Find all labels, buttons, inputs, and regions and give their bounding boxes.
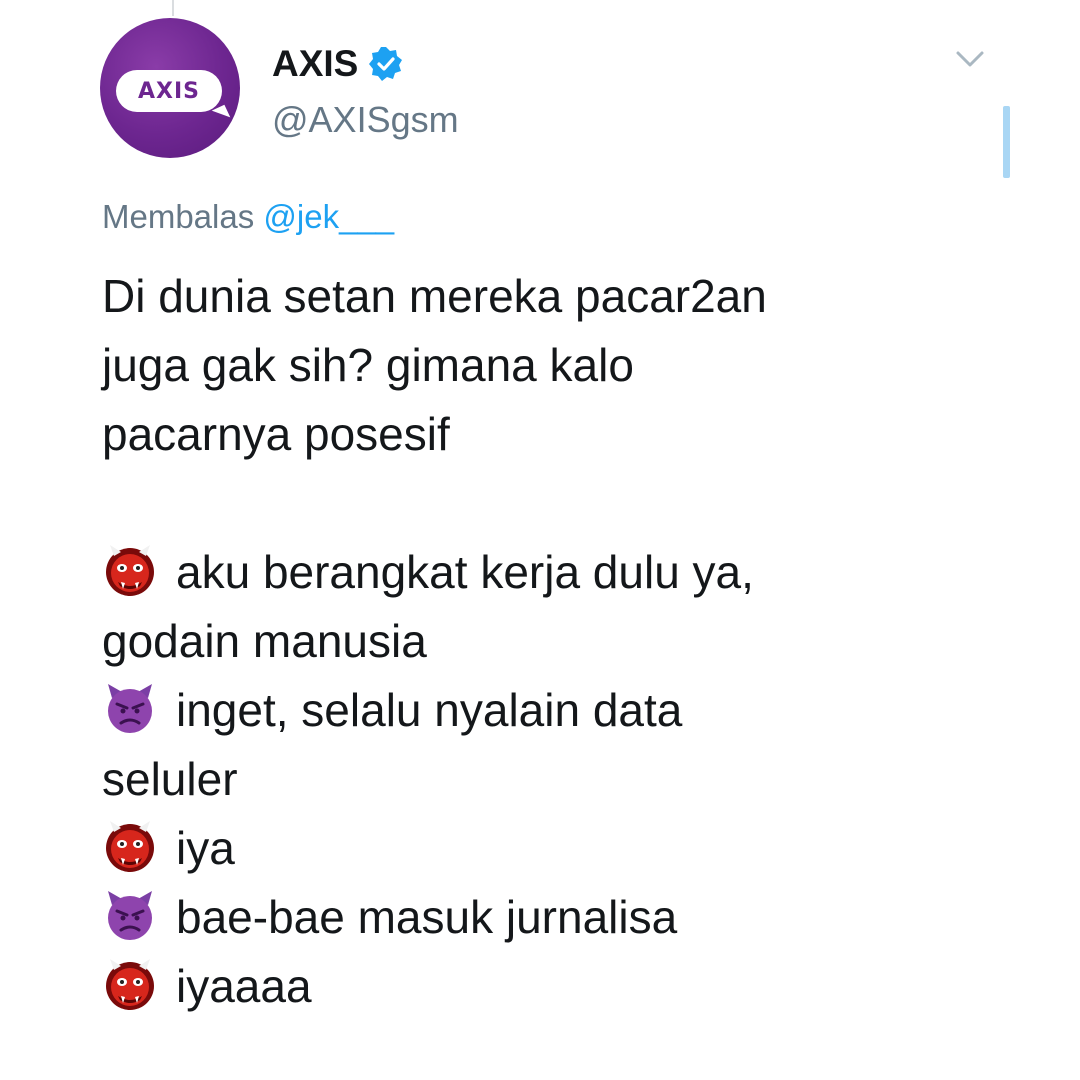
angry-face-with-horns-emoji (102, 680, 166, 736)
ogre-emoji (102, 818, 166, 874)
dialogue-text: seluler (102, 753, 238, 805)
avatar-logo-bubble: AXIS (116, 70, 231, 124)
dialogue-line: iya (102, 814, 1002, 883)
dialogue-text: godain manusia (102, 615, 427, 667)
author-name-row: AXIS (272, 42, 404, 86)
scroll-indicator[interactable] (1003, 106, 1010, 178)
tweet-line: pacarnya posesif (102, 408, 450, 460)
chevron-down-icon[interactable] (950, 44, 990, 74)
ogre-emoji (102, 542, 166, 598)
avatar[interactable]: AXIS (100, 18, 240, 158)
dialogue-line: bae-bae masuk jurnalisa (102, 883, 1002, 952)
user-handle[interactable]: @AXISgsm (272, 98, 459, 142)
dialogue-line: iyaaaa (102, 952, 1002, 1021)
dialogue-line: seluler (102, 745, 1002, 814)
reply-context: Membalas @jek___ (102, 196, 394, 238)
tweet-line: juga gak sih? gimana kalo (102, 339, 634, 391)
reply-mention-link[interactable]: @jek___ (263, 198, 394, 235)
ogre-emoji (102, 956, 166, 1012)
dialogue-line: inget, selalu nyalain data (102, 676, 1002, 745)
dialogue-line: godain manusia (102, 607, 1002, 676)
dialogue-text: inget, selalu nyalain data (176, 684, 683, 736)
tweet-text: Di dunia setan mereka pacar2an juga gak … (102, 262, 1002, 1021)
reply-prefix: Membalas (102, 198, 255, 235)
angry-face-with-horns-emoji (102, 887, 166, 943)
display-name[interactable]: AXIS (272, 42, 358, 86)
tweet-line: Di dunia setan mereka pacar2an (102, 270, 767, 322)
verified-badge-icon (368, 46, 404, 82)
dialogue-text: aku berangkat kerja dulu ya, (176, 546, 754, 598)
dialogue-text: iyaaaa (176, 960, 312, 1012)
avatar-logo-text: AXIS (137, 78, 201, 104)
dialogue-text: iya (176, 822, 235, 874)
thread-connector-line (172, 0, 174, 16)
dialogue-line: aku berangkat kerja dulu ya, (102, 538, 1002, 607)
dialogue-text: bae-bae masuk jurnalisa (176, 891, 678, 943)
